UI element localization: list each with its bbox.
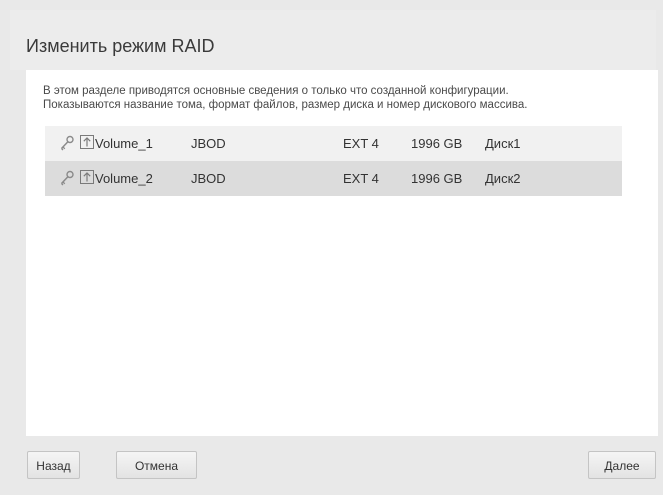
key-icon — [60, 170, 74, 186]
cancel-button[interactable]: Отмена — [116, 451, 197, 479]
volume-row[interactable]: Volume_2 JBOD EXT 4 1996 GB Диск2 — [45, 161, 622, 196]
volume-raid-mode: JBOD — [191, 136, 226, 151]
volume-size: 1996 GB — [411, 171, 463, 186]
next-button[interactable]: Далее — [588, 451, 656, 479]
upload-icon — [80, 135, 94, 149]
volume-size: 1996 GB — [411, 136, 463, 151]
content-panel: В этом разделе приводятся основные сведе… — [26, 70, 658, 436]
volume-table: Volume_1 JBOD EXT 4 1996 GB Диск1 Volume… — [45, 126, 622, 196]
description-line-2: Показываются название тома, формат файло… — [43, 99, 528, 111]
description-text: В этом разделе приводятся основные сведе… — [43, 84, 643, 112]
dialog-title: Изменить режим RAID — [26, 36, 215, 56]
back-button[interactable]: Назад — [27, 451, 80, 479]
dialog-footer: Назад Отмена Далее — [0, 436, 663, 495]
volume-row[interactable]: Volume_1 JBOD EXT 4 1996 GB Диск1 — [45, 126, 622, 161]
volume-raid-mode: JBOD — [191, 171, 226, 186]
upload-icon — [80, 170, 94, 184]
volume-filesystem: EXT 4 — [343, 171, 379, 186]
volume-disk: Диск1 — [485, 136, 521, 151]
dialog-header: Изменить режим RAID — [10, 10, 656, 70]
volume-name: Volume_1 — [95, 136, 153, 151]
description-line-1: В этом разделе приводятся основные сведе… — [43, 85, 509, 97]
volume-name: Volume_2 — [95, 171, 153, 186]
key-icon — [60, 135, 74, 151]
volume-filesystem: EXT 4 — [343, 136, 379, 151]
volume-disk: Диск2 — [485, 171, 521, 186]
